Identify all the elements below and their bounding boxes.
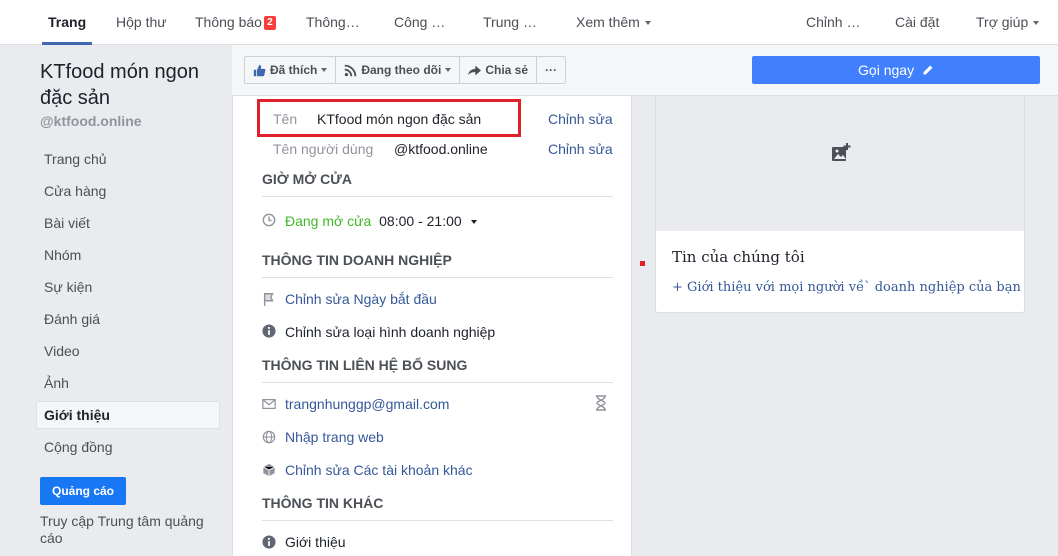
more-dots-icon: ··· bbox=[545, 63, 558, 77]
tab-label: Trợ giúp bbox=[976, 14, 1029, 30]
action-button-group: Đã thích Đang theo dõi Chia sẻ ··· bbox=[244, 56, 567, 84]
sidebar-item-groups[interactable]: Nhóm bbox=[36, 241, 220, 269]
info-icon bbox=[262, 324, 276, 338]
page-tab-bar: Trang Hộp thư Thông báo 2 Thông… Công … T… bbox=[0, 0, 1058, 45]
tab-label: Trang bbox=[48, 14, 87, 30]
name-value: KTfood món ngon đặc sản bbox=[317, 111, 482, 127]
divider bbox=[262, 520, 613, 521]
story-card: Tin của chúng tôi + Giới thiệu với mọi n… bbox=[655, 96, 1025, 313]
tab-page[interactable]: Trang bbox=[41, 0, 93, 45]
business-section-title: THÔNG TIN DOANH NGHIỆP bbox=[262, 252, 452, 268]
tab-center[interactable]: Trung … bbox=[483, 0, 537, 45]
ads-center-link[interactable]: Truy cập Trung tâm quảng cáo bbox=[40, 513, 220, 547]
share-button[interactable]: Chia sẻ bbox=[460, 57, 538, 83]
flag-icon bbox=[263, 292, 274, 306]
following-label: Đang theo dõi bbox=[361, 63, 442, 77]
about-panel: Tên KTfood món ngon đặc sản Chỉnh sửa Tê… bbox=[232, 96, 632, 556]
left-sidebar: KTfood món ngon đặc sản @ktfood.online T… bbox=[0, 45, 232, 556]
tab-info[interactable]: Thông… bbox=[306, 0, 360, 45]
info-icon bbox=[262, 535, 276, 549]
other-accounts-link[interactable]: Chỉnh sửa Các tài khoản khác bbox=[285, 462, 473, 478]
sidebar-item-reviews[interactable]: Đánh giá bbox=[36, 305, 220, 333]
name-label: Tên bbox=[273, 111, 298, 127]
hours-section-title: GIỜ MỞ CỬA bbox=[262, 171, 352, 187]
sidebar-item-videos[interactable]: Video bbox=[36, 337, 220, 365]
sidebar-item-posts[interactable]: Bài viết bbox=[36, 209, 220, 237]
clock-icon bbox=[262, 213, 276, 227]
story-title: Tin của chúng tôi bbox=[672, 248, 805, 266]
sidebar-item-events[interactable]: Sự kiện bbox=[36, 273, 220, 301]
sidebar-item-community[interactable]: Cộng đồng bbox=[36, 433, 220, 461]
sidebar-item-shop[interactable]: Cửa hàng bbox=[36, 177, 220, 205]
divider bbox=[262, 382, 613, 383]
tab-edit[interactable]: Chỉnh … bbox=[806, 0, 860, 45]
edit-name-link[interactable]: Chỉnh sửa bbox=[548, 111, 613, 127]
tab-label: Xem thêm bbox=[576, 14, 640, 30]
share-arrow-icon bbox=[468, 65, 482, 75]
divider bbox=[262, 196, 613, 197]
story-add-link[interactable]: + Giới thiệu với mọi người về` doanh ngh… bbox=[672, 280, 1021, 295]
tab-tools[interactable]: Công … bbox=[394, 0, 445, 45]
other-info-section-title: THÔNG TIN KHÁC bbox=[262, 495, 384, 511]
sidebar-item-photos[interactable]: Ảnh bbox=[36, 369, 220, 397]
sidebar-item-home[interactable]: Trang chủ bbox=[36, 145, 220, 173]
page-username[interactable]: @ktfood.online bbox=[40, 113, 142, 129]
call-now-button[interactable]: Gọi ngay bbox=[752, 56, 1040, 84]
edit-start-date-link[interactable]: Chỉnh sửa Ngày bắt đầu bbox=[285, 291, 437, 307]
tab-notifications[interactable]: Thông báo 2 bbox=[195, 0, 276, 45]
username-value: @ktfood.online bbox=[394, 141, 488, 157]
tab-label: Công … bbox=[394, 14, 446, 30]
tab-label: Chỉnh … bbox=[806, 14, 861, 30]
page-action-bar: Đã thích Đang theo dõi Chia sẻ ··· Gọi n… bbox=[232, 45, 1058, 96]
globe-icon bbox=[262, 430, 276, 444]
tab-settings[interactable]: Cài đặt bbox=[895, 0, 939, 45]
add-photo-area[interactable] bbox=[656, 96, 1024, 231]
liked-button[interactable]: Đã thích bbox=[245, 57, 337, 83]
edit-business-type-link[interactable]: Chỉnh sửa loại hình doanh nghiệp bbox=[285, 324, 495, 340]
notification-count-badge: 2 bbox=[263, 16, 276, 30]
promote-button[interactable]: Quảng cáo bbox=[40, 477, 127, 505]
tab-inbox[interactable]: Hộp thư bbox=[116, 0, 167, 45]
hourglass-icon bbox=[596, 395, 606, 411]
chevron-down-icon bbox=[1033, 21, 1040, 26]
open-status: Đang mở cửa bbox=[285, 213, 372, 229]
liked-label: Đã thích bbox=[270, 63, 318, 77]
opening-hours[interactable]: Đang mở cửa 08:00 - 21:00 bbox=[285, 213, 477, 229]
intro-row[interactable]: Giới thiệu bbox=[285, 534, 346, 550]
call-now-label: Gọi ngay bbox=[858, 62, 915, 78]
tab-label: Thông… bbox=[306, 14, 360, 30]
tab-label: Cài đặt bbox=[895, 14, 940, 30]
tab-more[interactable]: Xem thêm bbox=[576, 0, 651, 45]
rss-icon bbox=[345, 64, 357, 76]
red-marker bbox=[640, 261, 645, 266]
pencil-icon bbox=[923, 65, 933, 75]
chevron-down-icon bbox=[445, 68, 452, 72]
tab-label: Trung … bbox=[483, 14, 537, 30]
cube-icon bbox=[263, 463, 275, 477]
envelope-icon bbox=[262, 399, 276, 409]
hours-value: 08:00 - 21:00 bbox=[379, 213, 462, 229]
chevron-down-icon bbox=[321, 68, 328, 72]
more-options-button[interactable]: ··· bbox=[537, 57, 565, 83]
tab-help[interactable]: Trợ giúp bbox=[976, 0, 1040, 45]
edit-username-link[interactable]: Chỉnh sửa bbox=[548, 141, 613, 157]
share-label: Chia sẻ bbox=[485, 63, 529, 77]
email-link[interactable]: trangnhunggp@gmail.com bbox=[285, 396, 449, 412]
sidebar-item-about[interactable]: Giới thiệu bbox=[36, 401, 220, 429]
thumbs-up-icon bbox=[253, 64, 266, 76]
username-label: Tên người dùng bbox=[273, 141, 374, 157]
website-input-link[interactable]: Nhập trang web bbox=[285, 429, 384, 445]
divider bbox=[262, 277, 613, 278]
tab-label: Hộp thư bbox=[116, 14, 167, 30]
page-title[interactable]: KTfood món ngon đặc sản bbox=[40, 59, 220, 111]
chevron-down-icon bbox=[644, 21, 651, 26]
chevron-down-icon bbox=[470, 220, 477, 225]
tab-label: Thông báo bbox=[195, 14, 262, 30]
following-button[interactable]: Đang theo dõi bbox=[336, 57, 461, 83]
add-photo-icon bbox=[832, 143, 851, 161]
contact-section-title: THÔNG TIN LIÊN HỆ BỔ SUNG bbox=[262, 357, 468, 373]
